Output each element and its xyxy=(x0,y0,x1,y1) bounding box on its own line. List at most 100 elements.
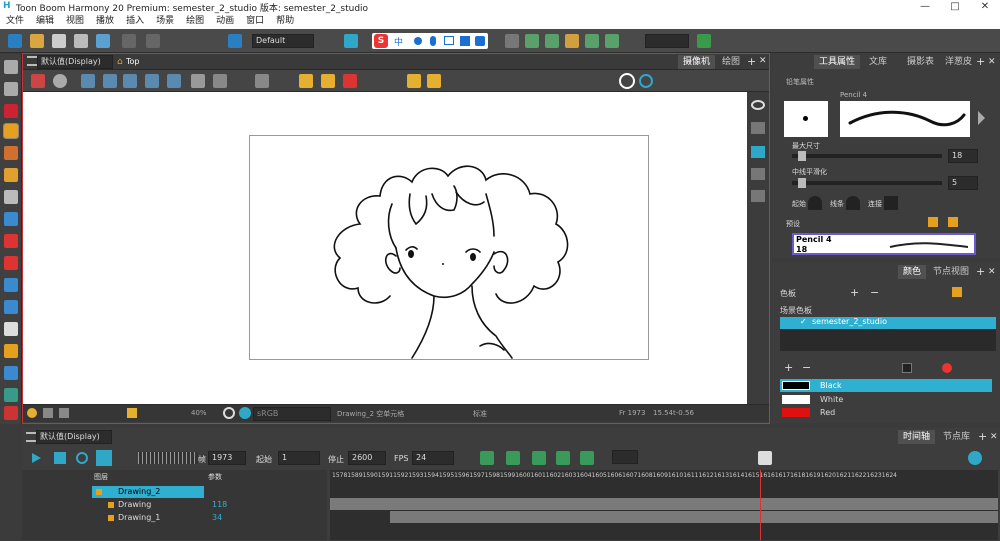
key-e-icon[interactable] xyxy=(580,451,594,465)
smooth-tool-icon[interactable] xyxy=(4,388,18,402)
rotate-ccw-icon[interactable] xyxy=(639,74,653,88)
timeline-menu-icon[interactable] xyxy=(26,432,36,442)
preset-edit-icon[interactable] xyxy=(948,217,958,227)
safe-area-icon[interactable] xyxy=(255,74,269,88)
new-scene-icon[interactable] xyxy=(8,34,22,48)
start-input[interactable]: 1 xyxy=(278,451,320,465)
animate-icon[interactable] xyxy=(31,74,45,88)
fps-input[interactable]: 24 xyxy=(412,451,454,465)
ime-chinese-mode[interactable]: 中 xyxy=(394,35,403,48)
stroke-tool-icon[interactable] xyxy=(4,278,18,292)
flash-icon[interactable] xyxy=(127,408,137,418)
key-c-icon[interactable] xyxy=(532,451,546,465)
status-icon-a[interactable] xyxy=(43,408,53,418)
contour-tool-icon[interactable] xyxy=(4,82,18,96)
end-cap-icon[interactable] xyxy=(884,196,898,210)
skin-icon[interactable] xyxy=(460,36,470,46)
palette-row[interactable]: ✓ semester_2_studio xyxy=(780,317,996,329)
playback-speed-slider[interactable] xyxy=(138,452,198,464)
add-panel-icon[interactable]: + xyxy=(976,55,985,68)
undo-icon[interactable] xyxy=(122,34,136,48)
keyboard-icon[interactable] xyxy=(444,36,454,45)
timeline-view-select[interactable]: 默认值(Display) xyxy=(36,430,112,444)
ink-tool-icon[interactable] xyxy=(4,234,18,248)
interpolation-select[interactable] xyxy=(612,450,638,464)
max-size-handle[interactable] xyxy=(798,151,806,161)
layer-row-drawing-1[interactable]: Drawing_1 xyxy=(92,512,204,524)
cutter-tool-icon[interactable] xyxy=(4,366,18,380)
preset-select[interactable]: Default xyxy=(252,34,314,48)
menu-animation[interactable]: 动画 xyxy=(216,14,234,29)
tab-node-library[interactable]: 节点库 xyxy=(938,430,975,444)
select-tool-icon[interactable] xyxy=(4,60,18,74)
menu-drawing[interactable]: 绘图 xyxy=(186,14,204,29)
morph-tool-icon[interactable] xyxy=(4,300,18,314)
tab-library[interactable]: 文库 xyxy=(864,55,892,69)
onion-icon[interactable] xyxy=(427,74,441,88)
max-size-input[interactable]: 18 xyxy=(948,149,978,163)
close-timeline-icon[interactable]: ✕ xyxy=(990,432,998,442)
layer-active-icon[interactable] xyxy=(751,146,765,158)
close-view-icon[interactable]: ✕ xyxy=(759,56,767,66)
lightbulb-icon[interactable] xyxy=(407,74,421,88)
brush-tool-icon[interactable] xyxy=(4,104,18,118)
sogou-icon[interactable]: S xyxy=(374,34,388,48)
maximize-icon[interactable]: □ xyxy=(942,0,968,14)
smoothing-input[interactable]: 5 xyxy=(948,176,978,190)
color-wheel-icon[interactable] xyxy=(223,407,235,419)
menu-scene[interactable]: 场景 xyxy=(156,14,174,29)
key-b-icon[interactable] xyxy=(506,451,520,465)
play-icon[interactable] xyxy=(32,453,41,463)
preset-item[interactable]: Pencil 4 18 xyxy=(792,233,976,255)
menu-file[interactable]: 文件 xyxy=(6,14,24,29)
breadcrumb-top[interactable]: Top xyxy=(126,57,140,66)
rectangle-tool-icon[interactable] xyxy=(4,212,18,226)
close-icon[interactable]: ✕ xyxy=(972,0,998,14)
redo-icon[interactable] xyxy=(146,34,160,48)
close-panel-icon[interactable]: ✕ xyxy=(988,57,996,67)
reset-scale-icon[interactable] xyxy=(145,74,159,88)
drawing-canvas[interactable] xyxy=(23,92,747,404)
display-select[interactable]: 默认值(Display) xyxy=(37,55,113,69)
color-space-icon[interactable] xyxy=(239,407,251,419)
layer-b-icon[interactable] xyxy=(751,168,765,180)
menu-insert[interactable]: 插入 xyxy=(126,14,144,29)
menu-edit[interactable]: 编辑 xyxy=(36,14,54,29)
toolbox-icon[interactable] xyxy=(475,36,485,46)
palette-tool-icon[interactable] xyxy=(952,287,962,297)
swatch-row-red[interactable]: Red xyxy=(780,406,992,419)
save-icon[interactable] xyxy=(52,34,66,48)
green-tool-icon[interactable] xyxy=(697,34,711,48)
settings-icon[interactable] xyxy=(53,74,67,88)
close-color-panel-icon[interactable]: ✕ xyxy=(988,267,996,277)
peg-icon[interactable] xyxy=(344,34,358,48)
text-tool-icon[interactable] xyxy=(4,190,18,204)
tool-e-icon[interactable] xyxy=(585,34,599,48)
layer-icon[interactable] xyxy=(751,122,765,134)
tab-camera[interactable]: 摄像机 xyxy=(678,55,716,69)
reset-pos-icon[interactable] xyxy=(103,74,117,88)
tool-b-icon[interactable] xyxy=(525,34,539,48)
hand-tool-icon[interactable] xyxy=(4,322,18,336)
tab-timeline[interactable]: 时间轴 xyxy=(898,430,936,444)
tab-color[interactable]: 颜色 xyxy=(898,265,927,279)
swatch-a-icon[interactable] xyxy=(902,363,912,373)
swatch-row-white[interactable]: White xyxy=(780,393,992,406)
tool-select[interactable] xyxy=(645,34,689,48)
tab-node-view[interactable]: 节点视图 xyxy=(928,265,974,279)
tab-xsheet[interactable]: 摄影表 xyxy=(902,55,939,69)
smoothing-slider[interactable] xyxy=(792,178,942,188)
swatch-row-black[interactable]: Black xyxy=(780,379,992,392)
reset-icon[interactable] xyxy=(81,74,95,88)
pencil-tool-icon[interactable] xyxy=(3,123,19,139)
start-cap-icon[interactable] xyxy=(808,196,822,210)
paint-tool-icon[interactable] xyxy=(4,146,18,160)
blue-tool-icon[interactable] xyxy=(228,34,242,48)
loop-icon[interactable] xyxy=(76,452,88,464)
join-icon[interactable] xyxy=(846,196,860,210)
sound-icon[interactable] xyxy=(96,450,112,466)
zoom-icon[interactable] xyxy=(968,451,982,465)
smoothing-handle[interactable] xyxy=(798,178,806,188)
tool-a-icon[interactable] xyxy=(505,34,519,48)
punctuation-icon[interactable] xyxy=(414,37,422,45)
